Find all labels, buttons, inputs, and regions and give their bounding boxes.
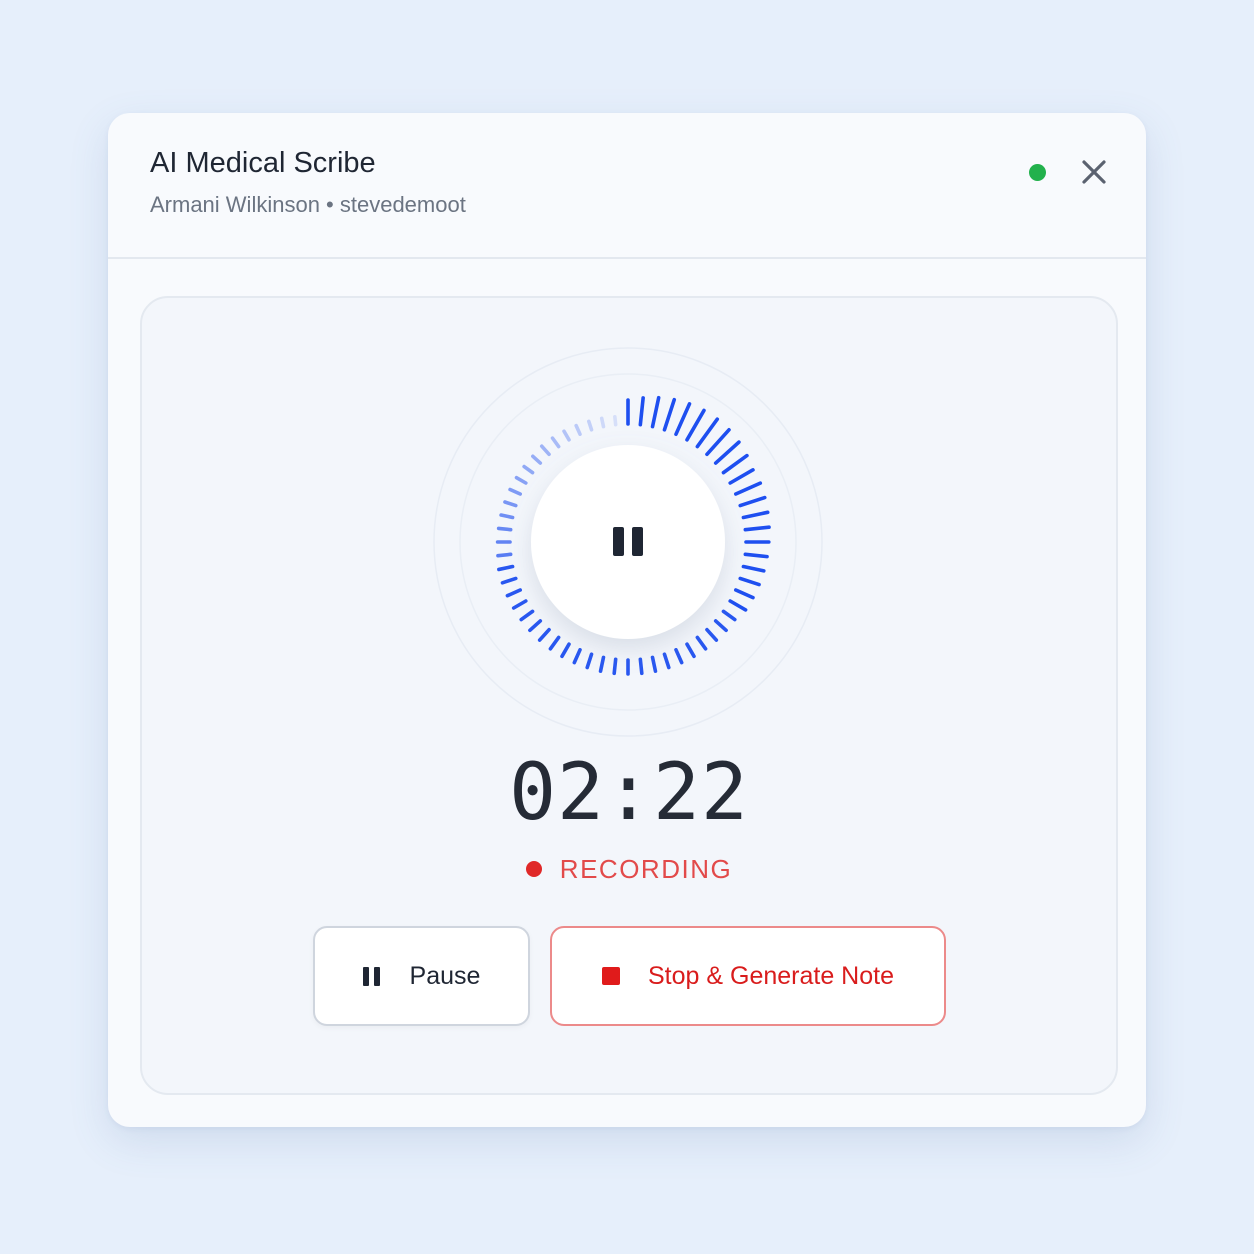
audio-level-tick <box>511 599 528 610</box>
audio-level-tick <box>528 619 543 633</box>
audio-level-tick <box>743 525 771 532</box>
audio-level-tick <box>741 564 766 573</box>
audio-level-tick <box>514 475 528 485</box>
stop-icon <box>602 967 620 985</box>
scribe-dialog: AI Medical Scribe Armani Wilkinson • ste… <box>108 113 1146 1127</box>
recording-visualizer <box>433 347 823 737</box>
audio-level-tick <box>537 627 551 642</box>
pause-icon <box>362 966 380 986</box>
audio-level-tick <box>638 396 645 427</box>
audio-level-tick <box>500 576 518 585</box>
audio-level-tick <box>505 588 522 598</box>
pause-button[interactable]: Pause <box>313 926 530 1026</box>
audio-level-tick <box>733 588 755 600</box>
center-pause-button[interactable] <box>531 445 725 639</box>
audio-level-tick <box>612 657 618 676</box>
audio-level-tick <box>662 397 677 432</box>
recording-dial <box>432 346 824 738</box>
audio-level-tick <box>741 510 770 520</box>
audio-level-tick <box>695 635 708 651</box>
audio-level-tick <box>685 408 706 442</box>
recording-status: RECORDING <box>142 854 1116 884</box>
audio-level-tick <box>662 652 671 670</box>
audio-level-tick <box>497 564 515 572</box>
dialog-subtitle: Armani Wilkinson • stevedemoot <box>150 192 466 217</box>
audio-level-tick <box>650 655 658 673</box>
audio-level-tick <box>572 647 582 665</box>
audio-level-tick <box>560 642 571 659</box>
close-button[interactable] <box>1075 153 1113 191</box>
audio-level-tick <box>695 417 720 449</box>
audio-level-tick <box>674 647 684 665</box>
audio-level-tick <box>598 655 606 673</box>
elapsed-timer: 02:22 <box>509 748 749 838</box>
audio-level-tick <box>496 526 513 532</box>
dialog-title: AI Medical Scribe <box>150 147 376 179</box>
audio-level-tick <box>733 481 763 496</box>
close-icon <box>1082 160 1106 184</box>
audio-level-tick <box>738 576 761 587</box>
pause-button-label: Pause <box>409 961 481 990</box>
audio-level-tick <box>638 657 644 676</box>
audio-level-tick <box>562 429 571 442</box>
audio-level-tick <box>713 619 728 633</box>
audio-level-tick <box>728 599 748 612</box>
audio-level-tick <box>721 609 737 622</box>
audio-level-tick <box>499 513 515 520</box>
audio-level-tick <box>721 453 749 475</box>
audio-level-tick <box>574 423 582 436</box>
audio-level-tick <box>508 487 522 496</box>
audio-level-tick <box>522 464 535 475</box>
recording-status-label: RECORDING <box>559 853 733 884</box>
audio-level-tick <box>496 552 513 558</box>
recording-dot-icon <box>525 861 542 877</box>
dialog-header: AI Medical Scribe Armani Wilkinson • ste… <box>108 113 1146 259</box>
audio-level-tick <box>550 436 561 449</box>
audio-level-tick <box>539 444 551 457</box>
audio-level-tick <box>685 642 696 659</box>
audio-level-tick <box>674 402 692 436</box>
audio-level-tick <box>599 416 606 429</box>
audio-level-tick <box>728 468 755 485</box>
connection-status-dot <box>1029 164 1046 181</box>
audio-level-tick <box>743 552 769 559</box>
audio-level-tick <box>738 495 767 508</box>
audio-level-tick <box>585 652 594 670</box>
audio-level-tick <box>586 419 594 432</box>
stop-button-label: Stop & Generate Note <box>648 961 894 990</box>
audio-level-tick <box>705 428 731 457</box>
audio-level-tick <box>531 454 543 465</box>
stop-generate-note-button[interactable]: Stop & Generate Note <box>550 926 946 1026</box>
audio-level-tick <box>548 635 561 651</box>
audio-level-tick <box>519 609 535 622</box>
audio-level-tick <box>650 395 661 429</box>
audio-level-tick <box>705 627 719 642</box>
audio-level-tick <box>713 440 741 465</box>
audio-level-tick <box>613 414 618 427</box>
recorder-panel: 02:22 RECORDING Pause Stop & Generate No… <box>140 296 1118 1095</box>
audio-level-tick <box>503 500 518 508</box>
